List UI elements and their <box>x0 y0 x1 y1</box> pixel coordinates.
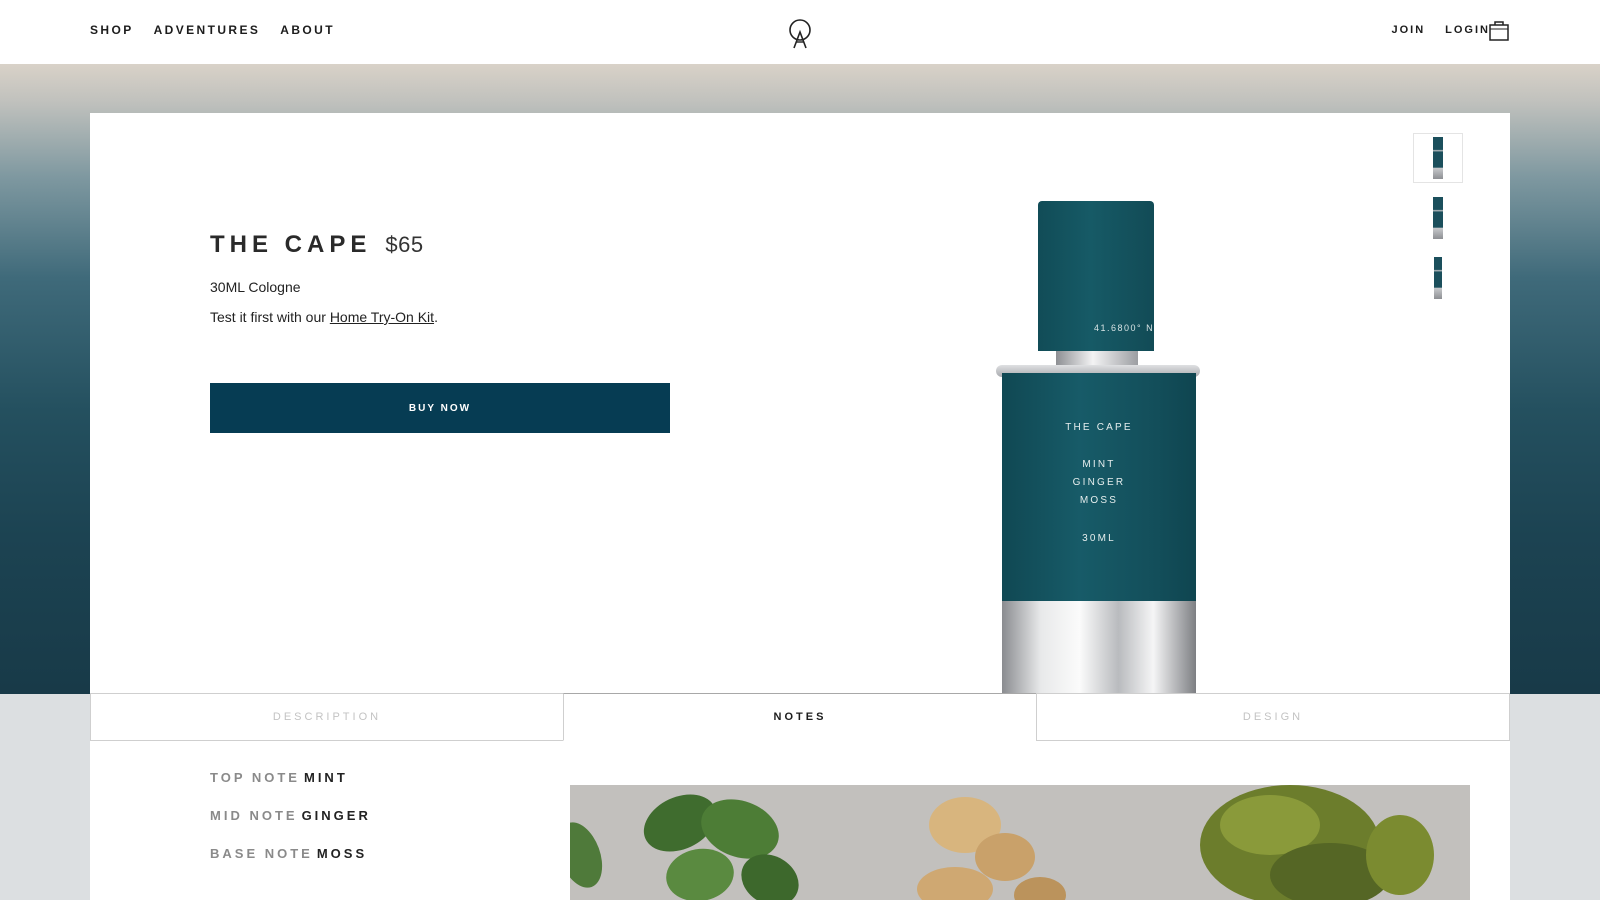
try-on-prefix: Test it first with our <box>210 309 330 325</box>
note-row-mid: MID NOTE GINGER <box>210 808 371 823</box>
try-on-suffix: . <box>434 309 438 325</box>
note-label: TOP NOTE <box>210 770 300 785</box>
bottle-cap: 41.6800° N, <box>1038 201 1154 351</box>
product-tabs: DESCRIPTION NOTES DESIGN <box>90 693 1510 741</box>
bottle-cap-coordinates: 41.6800° N, <box>1094 323 1154 333</box>
top-nav: SHOP ADVENTURES ABOUT JOIN LOGIN <box>0 0 1600 64</box>
product-thumbnails <box>1413 133 1463 313</box>
bottle-label-note-1: MINT <box>1082 459 1116 470</box>
bottle-label-name: THE CAPE <box>1065 422 1133 433</box>
nav-adventures-link[interactable]: ADVENTURES <box>154 23 261 37</box>
login-link[interactable]: LOGIN <box>1445 24 1490 36</box>
thumbnail-3[interactable] <box>1413 253 1463 303</box>
nav-about-link[interactable]: ABOUT <box>280 23 335 37</box>
buy-now-button[interactable]: BUY NOW <box>210 383 670 433</box>
bottle-label-note-3: MOSS <box>1079 495 1119 506</box>
note-value: MOSS <box>316 846 368 861</box>
product-bottle-image: 41.6800° N, THE CAPE MINT GINGER MOSS 30… <box>996 201 1204 693</box>
note-row-top: TOP NOTE MINT <box>210 770 348 785</box>
bottle-base <box>1002 601 1196 693</box>
tab-notes[interactable]: NOTES <box>563 693 1036 741</box>
product-price: $65 <box>385 232 424 257</box>
primary-nav: SHOP ADVENTURES ABOUT <box>90 23 335 37</box>
product-title-row: THE CAPE $65 <box>210 231 424 259</box>
try-on-text: Test it first with our Home Try-On Kit. <box>210 309 438 325</box>
product-panel: THE CAPE $65 30ML Cologne Test it first … <box>90 113 1510 693</box>
tab-description[interactable]: DESCRIPTION <box>90 693 563 741</box>
product-name: THE CAPE <box>210 231 372 258</box>
thumbnail-2[interactable] <box>1413 193 1463 243</box>
bottle-label-size: 30ML <box>1082 533 1116 544</box>
ingredients-image <box>570 785 1470 900</box>
thumbnail-bottle-image <box>1433 137 1443 179</box>
note-value: MINT <box>303 770 348 785</box>
note-row-base: BASE NOTE MOSS <box>210 846 367 861</box>
notes-panel: TOP NOTE MINT MID NOTE GINGER BASE NOTE MOS… <box>90 741 1510 900</box>
account-nav: JOIN LOGIN <box>1391 24 1490 36</box>
bottle-label: THE CAPE MINT GINGER MOSS 30ML <box>1002 373 1196 601</box>
tab-design[interactable]: DESIGN <box>1036 693 1510 741</box>
product-subtitle: 30ML Cologne <box>210 279 301 295</box>
thumbnail-bottle-image <box>1434 257 1442 299</box>
join-link[interactable]: JOIN <box>1391 24 1425 36</box>
note-label: BASE NOTE <box>210 846 313 861</box>
bottle-label-note-2: GINGER <box>1072 477 1126 488</box>
note-value: GINGER <box>301 808 371 823</box>
compass-a-logo-icon[interactable] <box>786 18 814 50</box>
home-try-on-kit-link[interactable]: Home Try-On Kit <box>330 309 434 325</box>
shopping-bag-icon[interactable] <box>1488 19 1510 41</box>
note-label: MID NOTE <box>210 808 298 823</box>
thumbnail-1[interactable] <box>1413 133 1463 183</box>
thumbnail-bottle-image <box>1433 197 1443 239</box>
nav-shop-link[interactable]: SHOP <box>90 23 134 37</box>
